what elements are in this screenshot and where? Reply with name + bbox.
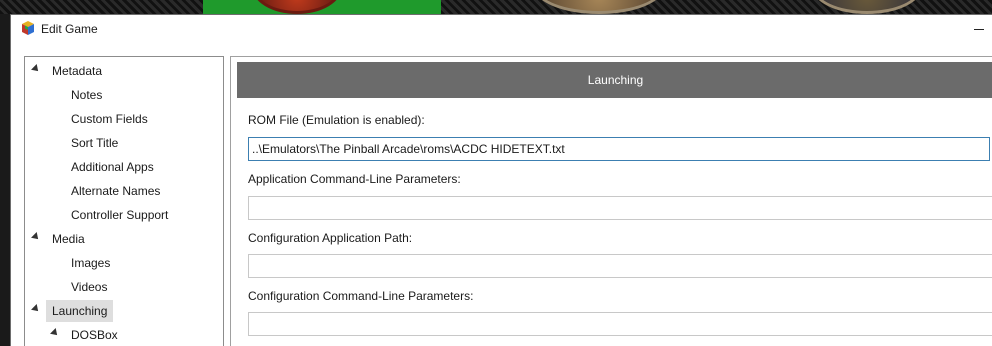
rom-file-input[interactable] bbox=[248, 137, 990, 161]
window-title: Edit Game bbox=[41, 22, 98, 36]
config-app-path-label: Configuration Application Path: bbox=[248, 231, 413, 245]
config-cmd-params-label: Configuration Command-Line Parameters: bbox=[248, 289, 474, 303]
tree-item-launching[interactable]: Launching bbox=[46, 300, 114, 322]
tree-item-metadata[interactable]: Metadata bbox=[52, 60, 102, 82]
tree-item-custom-fields[interactable]: Custom Fields bbox=[71, 108, 148, 130]
config-cmd-params-input[interactable] bbox=[248, 312, 992, 336]
expand-arrow-icon[interactable] bbox=[50, 328, 60, 338]
tree-item-media[interactable]: Media bbox=[52, 228, 85, 250]
minimize-button[interactable] bbox=[968, 15, 992, 43]
expand-arrow-icon[interactable] bbox=[31, 64, 41, 74]
rom-file-label: ROM File (Emulation is enabled): bbox=[248, 113, 425, 127]
config-app-path-input[interactable] bbox=[248, 254, 992, 278]
tree-item-sort-title[interactable]: Sort Title bbox=[71, 132, 118, 154]
edit-game-window: Edit Game Metadata Notes Custom Fields S… bbox=[10, 14, 992, 346]
expand-arrow-icon[interactable] bbox=[31, 232, 41, 242]
expand-arrow-icon[interactable] bbox=[31, 304, 41, 314]
launchbox-cube-icon bbox=[22, 21, 34, 35]
tree-item-videos[interactable]: Videos bbox=[71, 276, 107, 298]
launching-panel: Launching ROM File (Emulation is enabled… bbox=[230, 56, 992, 346]
tree-item-dosbox[interactable]: DOSBox bbox=[71, 324, 118, 346]
tree-item-additional-apps[interactable]: Additional Apps bbox=[71, 156, 154, 178]
app-cmd-params-label: Application Command-Line Parameters: bbox=[248, 172, 461, 186]
section-header: Launching bbox=[237, 62, 992, 98]
tree-item-notes[interactable]: Notes bbox=[71, 84, 102, 106]
title-bar: Edit Game bbox=[11, 15, 992, 43]
section-tree[interactable]: Metadata Notes Custom Fields Sort Title … bbox=[24, 56, 224, 346]
tree-item-alternate-names[interactable]: Alternate Names bbox=[71, 180, 160, 202]
app-cmd-params-input[interactable] bbox=[248, 196, 992, 220]
tree-item-controller-support[interactable]: Controller Support bbox=[71, 204, 168, 226]
tree-item-images[interactable]: Images bbox=[71, 252, 110, 274]
